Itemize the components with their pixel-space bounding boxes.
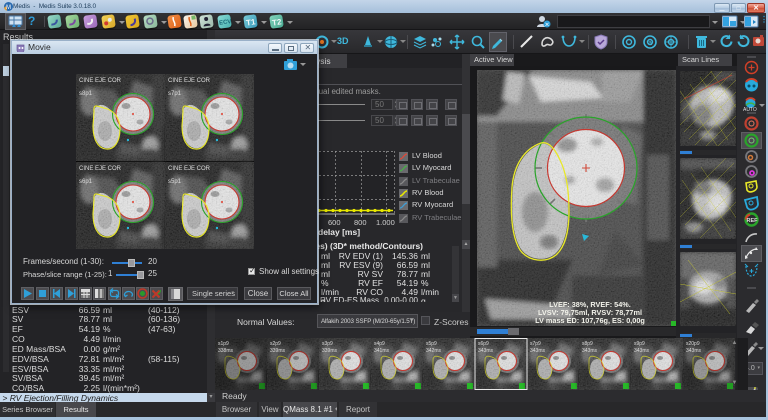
svg-text:ECV: ECV <box>219 19 232 27</box>
svg-text:343ms: 343ms <box>634 348 650 354</box>
svg-text:s7p1: s7p1 <box>168 91 182 97</box>
svg-text:T1: T1 <box>246 17 257 27</box>
svg-text:CINE EJE COR: CINE EJE COR <box>168 78 211 84</box>
svg-text:343ms: 343ms <box>478 348 494 354</box>
svg-text:s3p9: s3p9 <box>322 341 333 347</box>
svg-text:REF: REF <box>747 218 759 224</box>
svg-text:T2: T2 <box>272 17 283 27</box>
svg-text:s1p9: s1p9 <box>218 341 229 347</box>
svg-text:CINE EJE COR: CINE EJE COR <box>79 166 122 172</box>
svg-text:339ms: 339ms <box>322 348 338 354</box>
svg-text:343ms: 343ms <box>686 348 702 354</box>
svg-text:339ms: 339ms <box>270 348 286 354</box>
svg-text:s2p9: s2p9 <box>270 341 281 347</box>
svg-text:a: a <box>648 40 652 47</box>
svg-text:LV mass ED: 107,76g, ES: 0,00g: LV mass ED: 107,76g, ES: 0,00g <box>535 316 645 325</box>
svg-text:s8p1: s8p1 <box>79 91 93 97</box>
svg-text:338ms: 338ms <box>218 348 234 354</box>
svg-text:342ms: 342ms <box>426 348 442 354</box>
svg-text:s7p9: s7p9 <box>530 341 541 347</box>
svg-text:CINE EJE COR: CINE EJE COR <box>168 166 211 172</box>
svg-text:s9p9: s9p9 <box>634 341 645 347</box>
svg-text:s20p9: s20p9 <box>686 341 700 347</box>
svg-text:s8p9: s8p9 <box>582 341 593 347</box>
svg-text:s5p1: s5p1 <box>168 179 182 185</box>
svg-text:✕: ✕ <box>544 23 549 29</box>
svg-text:s6p9: s6p9 <box>478 341 489 347</box>
svg-text:CINE EJE COR: CINE EJE COR <box>79 78 122 84</box>
svg-text:s4p9: s4p9 <box>374 341 385 347</box>
svg-text:341ms: 341ms <box>374 348 390 354</box>
svg-text:343ms: 343ms <box>530 348 546 354</box>
svg-text:s6p1: s6p1 <box>79 179 93 185</box>
svg-text:s5p9: s5p9 <box>426 341 437 347</box>
svg-text:343ms: 343ms <box>582 348 598 354</box>
svg-text:M: M <box>6 5 11 11</box>
